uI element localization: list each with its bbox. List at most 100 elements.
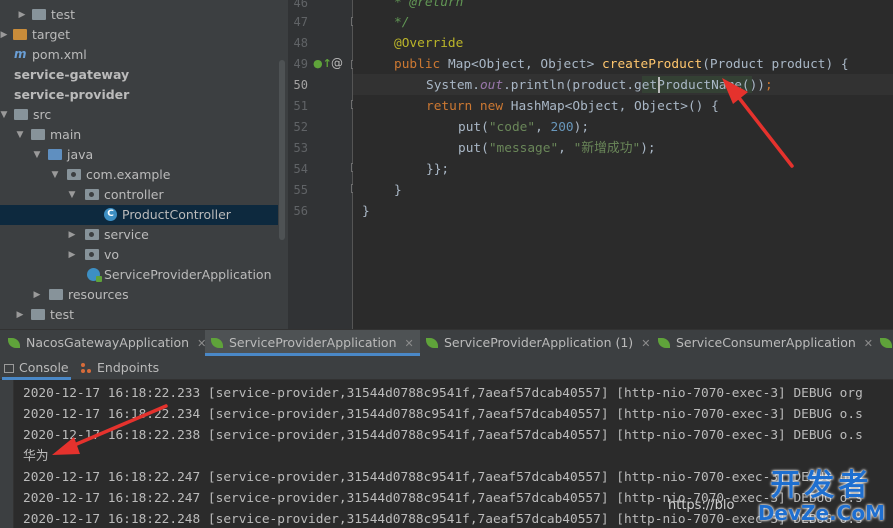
run-tab-service-provider-1[interactable]: ServiceProviderApplication (1) ✕ [420,330,656,356]
tab-label: Console [19,360,69,375]
line-number: 48 [293,36,308,50]
tab-label: Endpoints [97,360,160,375]
annotation-icon[interactable]: @ [331,56,343,70]
run-tab-service-consumer[interactable]: ServiceConsumerApplication ✕ [652,330,879,356]
tab-console[interactable]: Console [2,356,71,380]
spring-boot-icon [880,338,892,348]
folder-icon [49,289,63,300]
code-token: , [558,141,574,156]
line-number: 50 [293,78,308,92]
tree-item-label: service-provider [14,87,130,102]
tab-endpoints[interactable]: Endpoints [78,356,161,380]
string-token: "code" [488,120,536,135]
code-token: HashMap<Object, Object>() { [503,99,719,114]
package-icon [85,189,99,200]
tree-item-service-provider-application[interactable]: ServiceProviderApplication [0,265,278,285]
spring-boot-icon [658,338,670,348]
code-editor[interactable]: * @return */ @Override public Map<Object… [353,0,893,329]
tree-item-service[interactable]: ▶ service [0,225,278,245]
tree-item-product-controller[interactable]: C ProductController [0,205,278,225]
line-number: 49 [293,57,308,71]
semicolon-token: ; [765,78,773,93]
chevron-right-icon[interactable]: ▶ [0,25,10,45]
tree-item-java[interactable]: ▼ java [0,145,278,165]
package-icon [67,169,81,180]
line-number: 53 [293,141,308,155]
tree-item-label: target [32,27,71,42]
close-icon[interactable]: ✕ [405,337,414,350]
tree-item-label: ServiceProviderApplication [104,267,272,282]
log-line: 2020-12-17 16:18:22.248 [service-provide… [23,512,863,527]
string-token: "message" [488,141,559,156]
tree-item-pom[interactable]: m pom.xml [0,45,278,65]
tree-item-controller[interactable]: ▼ controller [0,185,278,205]
close-icon[interactable]: ✕ [641,337,650,350]
tree-item-test[interactable]: ▶ test [0,5,278,25]
chevron-right-icon[interactable]: ▶ [14,305,26,325]
chevron-down-icon[interactable]: ▼ [31,145,43,165]
watermark-bottom: DevZe.CoM [757,501,885,525]
chevron-right-icon[interactable]: ▶ [16,5,28,25]
tree-item-label: service-gateway [14,67,130,82]
tree-item-com-example[interactable]: ▼ com.example [0,165,278,185]
log-line: 2020-12-17 16:18:22.234 [service-provide… [23,407,863,422]
code-line-54: }}; [426,162,450,177]
chevron-down-icon[interactable]: ▼ [0,105,10,125]
package-icon [85,249,99,260]
class-icon: C [104,208,117,221]
chevron-right-icon[interactable]: ▶ [66,225,78,245]
line-number: 51 [293,99,308,113]
folder-icon [32,9,46,20]
folder-blue-icon [48,149,62,160]
tree-item-vo[interactable]: ▶ vo [0,245,278,265]
run-tab-overflow[interactable] [878,330,893,356]
chevron-down-icon[interactable]: ▼ [14,125,26,145]
tree-item-label: test [50,307,75,322]
tree-item-service-gateway[interactable]: service-gateway [0,65,278,85]
spring-app-icon [87,268,102,282]
code-token: put( [458,141,489,156]
log-line: 2020-12-17 16:18:22.247 [service-provide… [23,470,863,485]
tree-item-label: vo [104,247,120,262]
endpoints-icon [80,362,92,374]
spring-boot-icon [8,338,20,348]
tree-item-src[interactable]: ▼ src [0,105,278,125]
log-line: 2020-12-17 16:18:22.247 [service-provide… [23,491,863,506]
line-number: 52 [293,120,308,134]
code-line-50: System.out.println(product.getProductNam… [426,75,773,96]
editor-gutter: 46 47 48 49 50 51 52 53 54 55 56 [288,0,353,329]
code-line-52: put("code", 200); [458,117,589,138]
code-token: , [535,120,551,135]
tree-item-label: src [33,107,52,122]
code-line-51: return new HashMap<Object, Object>() { [426,96,719,117]
code-token: Map<Object, Object> [440,57,603,72]
run-tab-nacos-gateway[interactable]: NacosGatewayApplication ✕ [4,330,210,356]
chevron-right-icon[interactable]: ▶ [31,285,43,305]
run-tab-label: ServiceProviderApplication (1) [444,335,634,350]
code-token: put( [458,120,489,135]
tree-item-label: test [51,7,76,22]
tree-item-resources[interactable]: ▶ resources [0,285,278,305]
spring-boot-icon [211,338,223,348]
close-icon[interactable]: ✕ [864,337,873,350]
tree-item-label: java [67,147,94,162]
line-number: 54 [293,162,308,176]
tree-item-label: ProductController [122,207,231,222]
tree-item-target[interactable]: ▶ target [0,25,278,45]
code-line-56: } [362,204,370,219]
tree-item-test-2[interactable]: ▶ test [0,305,278,325]
chevron-right-icon[interactable]: ▶ [66,245,78,265]
chevron-down-icon[interactable]: ▼ [66,185,78,205]
project-tree: ▶ test ▶ target m pom.xml service-gatewa… [0,0,288,329]
package-icon [85,229,99,240]
tree-item-main[interactable]: ▼ main [0,125,278,145]
static-field-token: out [479,78,504,93]
chevron-down-icon[interactable]: ▼ [49,165,61,185]
tree-item-service-provider[interactable]: service-provider [0,85,278,105]
tree-scrollbar[interactable] [279,60,285,240]
tree-item-label: pom.xml [32,47,87,62]
run-tab-service-provider[interactable]: ServiceProviderApplication ✕ [205,330,420,356]
string-token: "新增成功" [573,141,641,156]
implements-icon[interactable]: ●↑ [313,57,332,70]
console-subtabs: Console Endpoints [0,356,893,380]
